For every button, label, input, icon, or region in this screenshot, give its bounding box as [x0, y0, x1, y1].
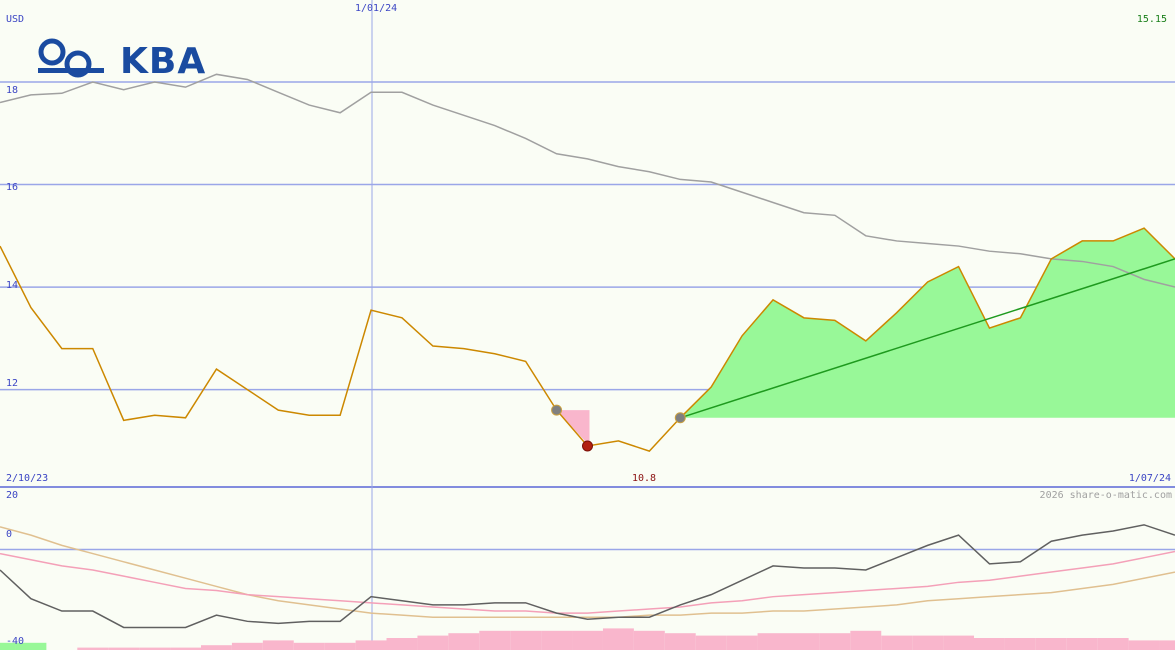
- osc-bar-pink-35: [1066, 638, 1098, 650]
- gain-area: [680, 228, 1175, 418]
- last-price-label: 15.15: [1136, 14, 1167, 25]
- low-marker: [582, 440, 593, 452]
- osc-tick-20: 20: [6, 490, 19, 501]
- osc-bar-pink-33: [1004, 638, 1036, 650]
- osc-bar-pink-30: [912, 635, 944, 650]
- osc-bar-pink-8: [231, 642, 263, 650]
- end-date-label: 1/07/24: [1128, 473, 1171, 484]
- osc-bar-pink-14: [417, 635, 449, 650]
- osc-bar-pink-24: [726, 635, 758, 650]
- osc-bar-pink-26: [788, 633, 820, 650]
- osc-bar-pink-31: [943, 635, 975, 650]
- grid-layer: [0, 0, 1175, 645]
- logo-text: KBA: [120, 41, 207, 82]
- kba-rings-logo-icon: [38, 38, 104, 78]
- osc-bar-pink-15: [448, 633, 480, 650]
- osc-bar-pink-7: [200, 645, 232, 650]
- y-tick-14: 14: [6, 280, 19, 291]
- low-price-label: 10.8: [632, 473, 657, 484]
- signal-pink-line: [0, 550, 1175, 614]
- y-tick-16: 16: [6, 182, 19, 193]
- date-marker-label: 1/01/24: [355, 3, 398, 14]
- start-date-label: 2/10/23: [6, 473, 49, 484]
- signal-tan-line: [0, 526, 1175, 618]
- osc-bar-pink-25: [757, 633, 789, 650]
- osc-bar-pink-37: [1128, 640, 1160, 650]
- osc-tick-minus40: -40: [6, 636, 25, 647]
- osc-bar-pink-11: [324, 642, 356, 650]
- oscillator-panel: [0, 524, 1175, 650]
- osc-bar-pink-27: [819, 633, 851, 650]
- osc-bar-pink-10: [293, 642, 325, 650]
- price-chart: [0, 0, 1175, 650]
- osc-bar-pink-28: [850, 630, 882, 650]
- y-tick-12: 12: [6, 378, 19, 389]
- osc-bar-pink-19: [572, 630, 603, 650]
- osc-bar-pink-38: [1159, 640, 1175, 650]
- osc-tick-0: 0: [6, 529, 13, 540]
- osc-bar-pink-20: [602, 628, 634, 650]
- kba-logo: KBA: [38, 38, 205, 82]
- osc-bar-pink-32: [974, 638, 1005, 650]
- osc-bar-pink-21: [633, 630, 665, 650]
- osc-bar-pink-18: [541, 630, 573, 650]
- moving-average-line: [0, 73, 1175, 288]
- signal-marker-0: [551, 404, 563, 416]
- osc-bar-pink-13: [386, 638, 418, 650]
- osc-bar-pink-29: [881, 635, 913, 650]
- y-tick-18: 18: [6, 85, 19, 96]
- osc-bar-pink-22: [664, 633, 696, 650]
- osc-bar-pink-12: [355, 640, 387, 650]
- osc-bar-pink-23: [695, 635, 727, 650]
- osc-bar-pink-36: [1097, 638, 1129, 650]
- currency-label: USD: [6, 14, 25, 25]
- copyright-label: 2026 share-o-matic.com: [1039, 490, 1172, 501]
- osc-bar-pink-34: [1035, 638, 1067, 650]
- osc-bar-pink-17: [510, 630, 542, 650]
- signal-marker-2: [674, 412, 686, 424]
- osc-bar-pink-9: [262, 640, 294, 650]
- osc-bar-pink-16: [479, 630, 511, 650]
